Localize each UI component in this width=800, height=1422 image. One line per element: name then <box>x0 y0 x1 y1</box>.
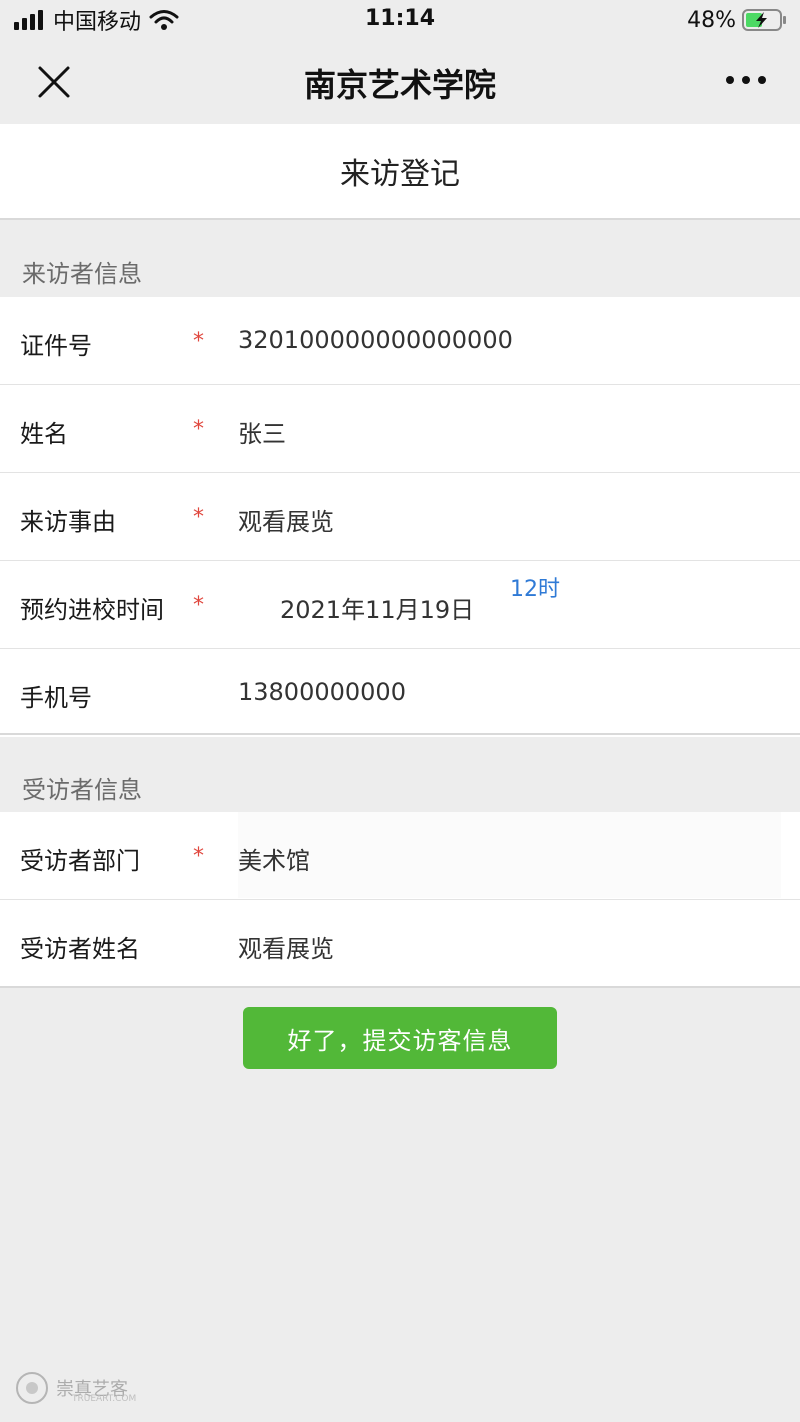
nav-bar: 南京艺术学院 <box>0 40 800 124</box>
required-star: * <box>193 593 204 618</box>
battery-percentage: 48% <box>687 7 736 33</box>
visit-reason-label: 来访事由 <box>20 508 116 536</box>
more-options-icon[interactable] <box>726 76 766 86</box>
host-name-field[interactable]: 观看展览 <box>238 929 334 964</box>
host-name-row[interactable]: 受访者姓名 观看展览 <box>0 900 800 988</box>
host-section-title: 受访者信息 <box>22 776 142 804</box>
phone-label: 手机号 <box>20 684 92 712</box>
visitor-section-title: 来访者信息 <box>22 260 142 288</box>
visit-reason-row[interactable]: 来访事由 * 观看展览 <box>0 473 800 561</box>
battery-charging-icon <box>742 9 786 31</box>
divider <box>0 733 800 735</box>
host-department-field[interactable]: 美术馆 <box>238 841 310 876</box>
host-department-row[interactable]: 受访者部门 * 美术馆 <box>0 812 800 900</box>
nav-title: 南京艺术学院 <box>303 66 496 104</box>
id-number-field[interactable]: 320100000000000000 <box>238 326 513 354</box>
host-department-label: 受访者部门 <box>20 847 140 875</box>
status-right: 48% <box>687 6 788 34</box>
required-star: * <box>193 505 204 530</box>
required-star: * <box>193 417 204 442</box>
watermark-logo-icon <box>16 1372 48 1404</box>
name-label: 姓名 <box>20 420 68 448</box>
name-field[interactable]: 张三 <box>238 414 286 449</box>
host-info-group: 受访者部门 * 美术馆 受访者姓名 观看展览 <box>0 812 800 988</box>
id-number-label: 证件号 <box>20 332 92 360</box>
appointment-date-picker[interactable]: 2021年11月19日 <box>280 590 474 625</box>
id-number-row[interactable]: 证件号 * 320100000000000000 <box>0 297 800 385</box>
host-name-label: 受访者姓名 <box>20 935 140 963</box>
appointment-hour-picker[interactable]: 12时 <box>510 571 560 603</box>
watermark: 崇真艺客 TRUEART.COM <box>14 1370 136 1406</box>
status-bar: 中国移动 11:14 48% <box>0 0 800 40</box>
appointment-time-row[interactable]: 预约进校时间 * 2021年11月19日 12时 <box>0 561 800 649</box>
required-star: * <box>193 844 204 869</box>
status-time: 11:14 <box>364 6 436 31</box>
name-row[interactable]: 姓名 * 张三 <box>0 385 800 473</box>
required-star: * <box>193 329 204 354</box>
visitor-registration-page: 中国移动 11:14 48% 南京艺术学院 来访登记 来访者信息 证件号 * 3… <box>0 0 800 1422</box>
visitor-info-group: 证件号 * 320100000000000000 姓名 * 张三 来访事由 * … <box>0 297 800 737</box>
phone-field[interactable]: 13800000000 <box>238 678 406 706</box>
phone-row[interactable]: 手机号 13800000000 <box>0 649 800 737</box>
watermark-subtext: TRUEART.COM <box>72 1394 137 1404</box>
host-department-select-box[interactable] <box>238 812 781 898</box>
visit-reason-field[interactable]: 观看展览 <box>238 502 334 537</box>
appointment-time-label: 预约进校时间 <box>20 596 164 624</box>
divider <box>0 986 800 988</box>
submit-button[interactable]: 好了，提交访客信息 <box>243 1007 557 1069</box>
page-title: 来访登记 <box>0 124 800 220</box>
